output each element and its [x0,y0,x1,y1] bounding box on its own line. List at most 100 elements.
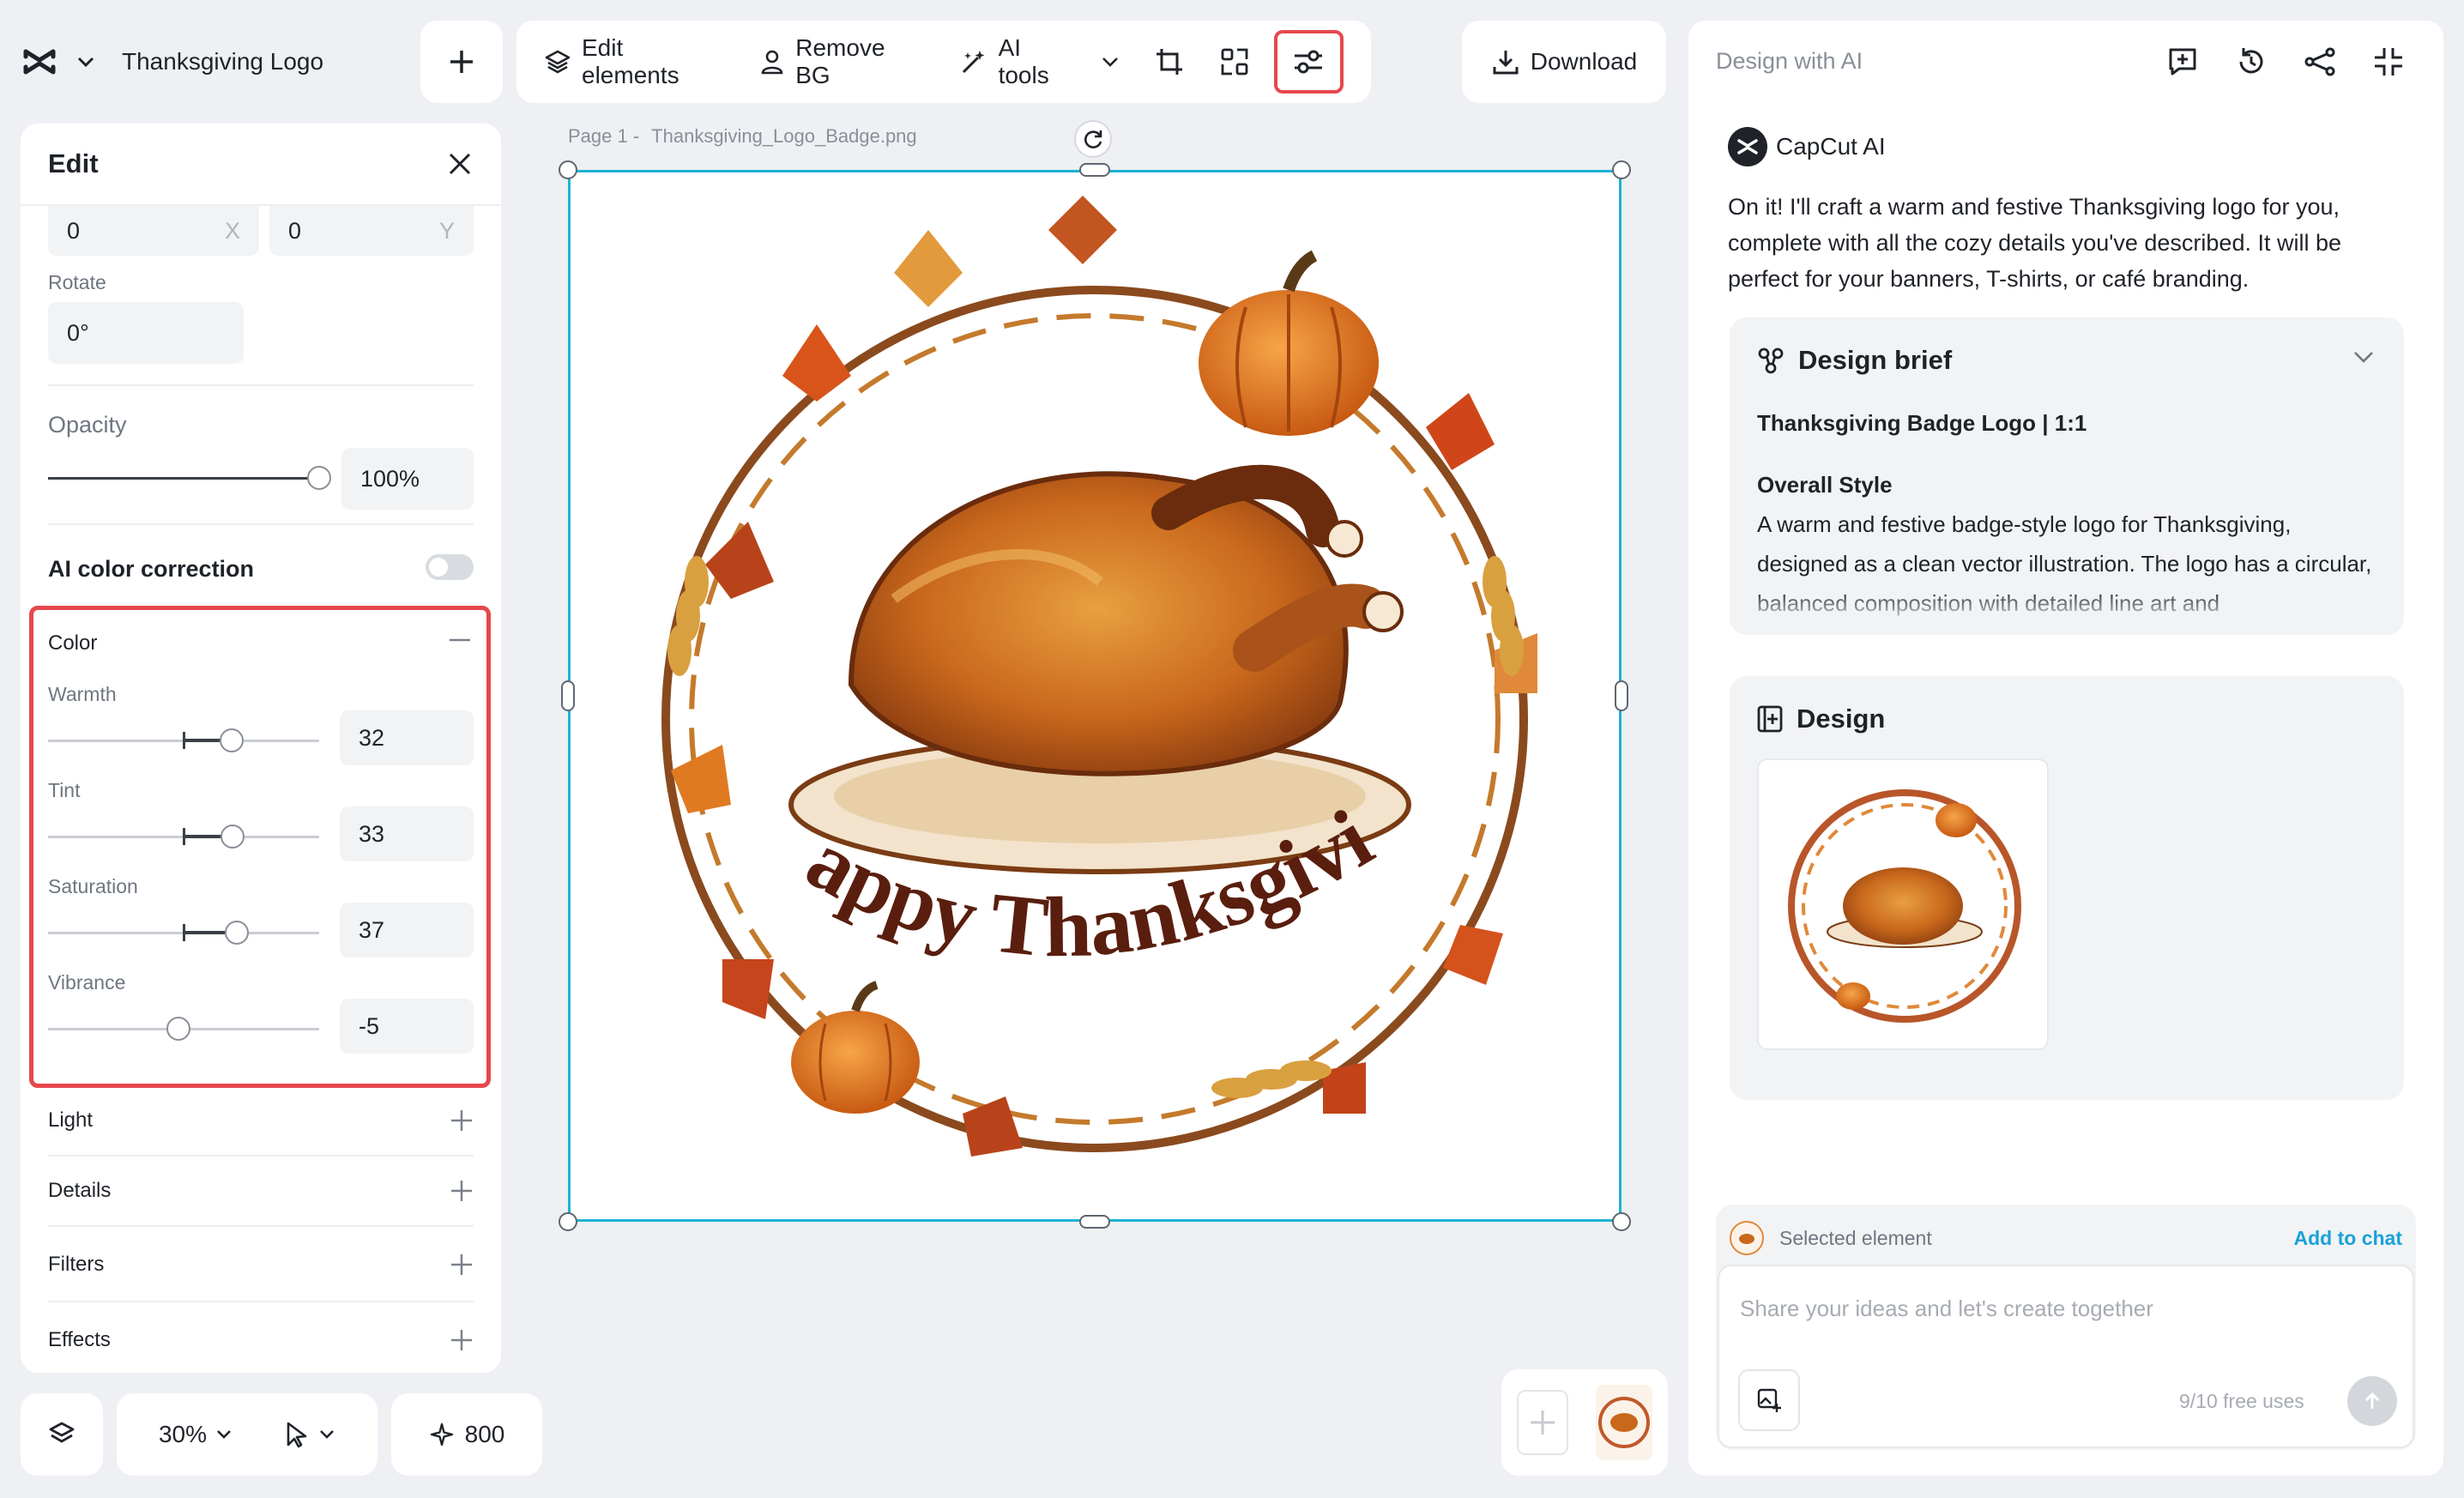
minus-icon[interactable] [450,638,470,642]
resize-handle-top[interactable] [1079,163,1110,177]
resize-handle-right[interactable] [1615,680,1628,711]
resize-handle-top-right[interactable] [1612,160,1631,179]
tint-field[interactable]: 33 [340,806,474,861]
chevron-down-icon[interactable] [75,51,96,72]
chat-input-box[interactable]: Share your ideas and let's create togeth… [1718,1265,2414,1448]
sparkle-icon [429,1422,455,1447]
add-button[interactable] [420,21,503,103]
resize-handle-top-left[interactable] [559,160,577,179]
adjust-sliders-icon[interactable] [1273,30,1344,94]
download-icon [1491,47,1520,76]
scan-icon[interactable] [1219,46,1250,77]
chat-input[interactable]: Share your ideas and let's create togeth… [1740,1296,2153,1322]
vibrance-slider[interactable] [48,1012,319,1047]
plus-icon [450,1108,474,1133]
effects-section-label: Effects [48,1328,111,1351]
capcut-logo-icon[interactable] [21,43,58,81]
crop-icon[interactable] [1154,46,1185,77]
divider [48,1225,474,1227]
download-label: Download [1530,48,1638,75]
opacity-field[interactable]: 100% [341,448,474,510]
details-section-label: Details [48,1179,112,1202]
send-arrow-icon[interactable] [2347,1376,2397,1426]
capcut-ai-avatar-icon [1728,127,1767,166]
pointer-tool-dropdown[interactable] [284,1421,335,1448]
chevron-down-icon[interactable] [2352,350,2375,364]
opacity-slider-track [48,477,323,480]
layers-icon [47,1420,76,1449]
details-section[interactable]: Details [48,1157,474,1225]
resize-handle-bottom[interactable] [1079,1215,1110,1229]
plus-icon [450,1253,474,1277]
position-x-label: X [224,217,240,244]
download-button[interactable]: Download [1462,21,1666,103]
design-brief-title: Design brief [1798,345,1953,375]
image-upload-icon[interactable] [1738,1369,1800,1431]
position-x-field[interactable]: 0 X [48,206,259,256]
vibrance-field[interactable]: -5 [340,999,474,1054]
resize-handle-bottom-right[interactable] [1612,1212,1631,1231]
ai-color-correction-toggle[interactable] [426,554,474,580]
resize-handle-bottom-left[interactable] [559,1212,577,1231]
project-title[interactable]: Thanksgiving Logo [122,48,323,76]
design-brief-card[interactable]: Design brief Thanksgiving Badge Logo | 1… [1730,317,2404,635]
plus-icon [450,1328,474,1352]
assistant-header: CapCut AI [1728,127,1886,166]
cursor-icon [284,1421,310,1448]
magic-wand-icon [959,47,988,76]
selected-element-row: Selected element Add to chat [1730,1217,2402,1259]
credits-value: 800 [464,1421,505,1447]
file-name: Thanksgiving_Logo_Badge.png [651,125,917,147]
ai-panel-title: Design with AI [1716,48,1863,74]
warmth-slider-thumb[interactable] [220,728,244,752]
layers-button[interactable] [21,1393,103,1476]
remove-bg-button[interactable]: Remove BG [759,34,924,89]
design-thumbnail[interactable] [1757,758,2049,1050]
vibrance-slider-thumb[interactable] [166,1017,190,1041]
person-icon [759,48,785,76]
tint-slider[interactable] [48,820,319,855]
rotate-label: Rotate [48,271,106,293]
history-icon[interactable] [2234,45,2268,79]
saturation-slider-thumb[interactable] [225,921,249,945]
position-y-field[interactable]: 0 Y [269,206,474,256]
vibrance-value: -5 [359,1012,380,1039]
tint-label: Tint [48,779,81,801]
rotate-field[interactable]: 0° [48,302,244,364]
ai-color-correction-label: AI color correction [48,556,255,582]
edit-elements-button[interactable]: Edit elements [544,34,725,89]
opacity-slider[interactable] [48,462,331,496]
vibrance-label: Vibrance [48,971,126,994]
new-chat-icon[interactable] [2165,45,2200,79]
opacity-label: Opacity [48,412,127,438]
rotate-handle-icon[interactable] [1074,120,1112,158]
zoom-dropdown[interactable]: 30% [159,1421,233,1448]
saturation-label: Saturation [48,875,138,897]
ai-tools-button[interactable]: AI tools [959,34,1120,89]
saturation-value: 37 [359,916,385,943]
warmth-slider[interactable] [48,724,319,758]
close-icon[interactable] [446,150,474,178]
saturation-field[interactable]: 37 [340,903,474,957]
page-number: Page 1 - [568,125,640,147]
opacity-slider-thumb[interactable] [307,466,331,490]
share-icon[interactable] [2303,45,2337,79]
warmth-field[interactable]: 32 [340,710,474,765]
add-to-chat-link[interactable]: Add to chat [2294,1227,2403,1250]
rotate-value: 0° [67,319,89,346]
design-icon [1755,704,1785,734]
page-thumbnail[interactable] [1596,1385,1652,1460]
resize-handle-left[interactable] [561,680,575,711]
saturation-slider[interactable] [48,916,319,951]
edit-panel-title: Edit [48,148,99,178]
effects-section[interactable]: Effects [48,1306,474,1373]
free-uses-counter: 9/10 free uses [2179,1390,2304,1412]
collapse-icon[interactable] [2371,45,2406,79]
filters-section[interactable]: Filters [48,1230,474,1299]
add-page-button[interactable] [1517,1390,1568,1455]
light-section[interactable]: Light [48,1086,474,1155]
credits-button[interactable]: 800 [391,1393,542,1476]
tint-slider-thumb[interactable] [220,825,245,849]
assistant-message: On it! I'll craft a warm and festive Tha… [1728,194,2341,292]
brief-fade [1730,589,2404,635]
